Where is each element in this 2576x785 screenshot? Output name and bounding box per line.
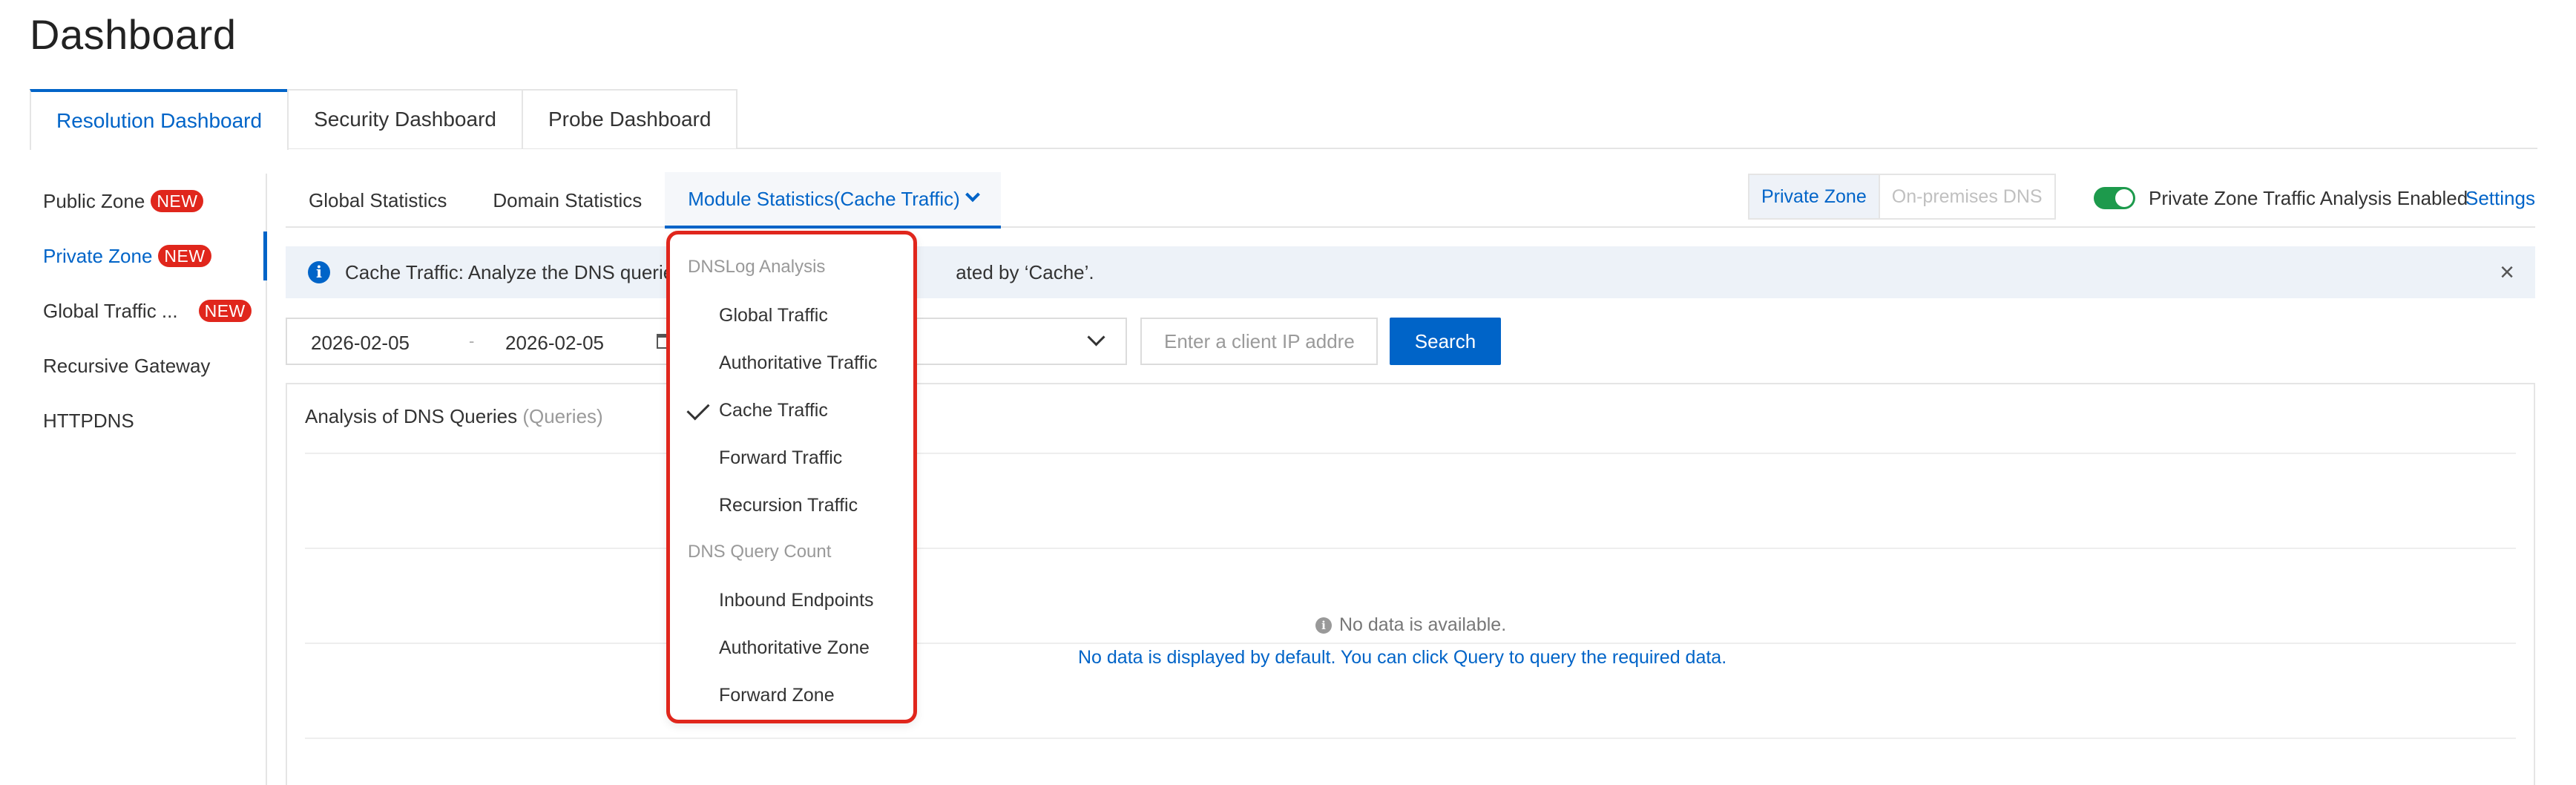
menu-item-cache-traffic[interactable]: Cache Traffic <box>686 397 828 421</box>
tab-probe-dashboard[interactable]: Probe Dashboard <box>521 89 738 148</box>
new-badge: NEW <box>151 190 204 212</box>
tab-global-statistics[interactable]: Global Statistics <box>286 172 470 229</box>
no-data-text: No data is available. <box>1339 614 1507 635</box>
sidebar-item-recursive-gateway[interactable]: Recursive Gateway <box>30 338 266 393</box>
dns-queries-panel: Analysis of DNS Queries (Queries) i No d… <box>286 383 2535 785</box>
panel-title: Analysis of DNS Queries (Queries) <box>305 405 603 428</box>
info-icon: i <box>1315 617 1332 634</box>
menu-item-inbound-endpoints[interactable]: Inbound Endpoints <box>719 590 874 611</box>
check-icon <box>686 397 710 421</box>
tab-module-statistics[interactable]: Module Statistics(Cache Traffic) <box>665 172 1001 229</box>
sidebar-item-label: Recursive Gateway <box>43 354 211 377</box>
alert-text-end: ated by ‘Cache’. <box>956 261 1094 283</box>
alert-text-start: Cache Traffic: Analyze the DNS querie <box>345 261 674 283</box>
menu-item-authoritative-traffic[interactable]: Authoritative Traffic <box>719 352 878 374</box>
dropdown-group-label: DNS Query Count <box>688 542 832 562</box>
on-premises-dns-button[interactable]: On-premises DNS <box>1880 175 2054 218</box>
search-button[interactable]: Search <box>1390 318 1501 365</box>
sidebar-item-label: HTTPDNS <box>43 409 134 432</box>
new-badge: NEW <box>158 245 211 267</box>
zone-type-segmented: Private Zone On-premises DNS <box>1748 174 2056 220</box>
sidebar-item-label: Private Zone <box>43 244 153 267</box>
chevron-down-icon <box>965 187 980 203</box>
sidebar-item-label: Public Zone <box>43 189 145 212</box>
chart-gridline <box>305 548 2516 549</box>
traffic-analysis-label: Private Zone Traffic Analysis Enabled <box>2149 187 2468 209</box>
tab-domain-statistics[interactable]: Domain Statistics <box>470 172 665 229</box>
panel-title-unit: (Queries) <box>522 405 603 427</box>
sidebar-item-httpdns[interactable]: HTTPDNS <box>30 393 266 448</box>
client-ip-input[interactable] <box>1140 318 1378 365</box>
date-separator: - <box>469 332 475 350</box>
tab-module-statistics-label: Module Statistics(Cache Traffic) <box>688 187 960 210</box>
panel-title-text: Analysis of DNS Queries <box>305 405 518 427</box>
top-tabs: Resolution Dashboard Security Dashboard … <box>30 89 738 150</box>
menu-item-global-traffic[interactable]: Global Traffic <box>719 305 828 326</box>
new-badge: NEW <box>198 300 252 322</box>
menu-item-label: Cache Traffic <box>719 400 828 421</box>
sidebar-item-global-traffic[interactable]: Global Traffic ... NEW <box>30 283 266 338</box>
no-data-hint: No data is displayed by default. You can… <box>1078 647 1727 668</box>
chart-gridline <box>305 643 2516 644</box>
module-statistics-dropdown: DNSLog Analysis Global Traffic Authorita… <box>666 231 917 723</box>
sidebar-item-label: Global Traffic ... <box>43 299 178 322</box>
sidebar: Public Zone NEW Private Zone NEW Global … <box>30 174 267 785</box>
sub-tabs: Global Statistics Domain Statistics Modu… <box>286 172 1001 229</box>
private-zone-button[interactable]: Private Zone <box>1749 175 1880 218</box>
sidebar-item-public-zone[interactable]: Public Zone NEW <box>30 174 266 229</box>
menu-item-forward-zone[interactable]: Forward Zone <box>719 685 835 706</box>
dropdown-group-label: DNSLog Analysis <box>688 257 826 277</box>
menu-item-authoritative-zone[interactable]: Authoritative Zone <box>719 637 870 659</box>
chart-gridline <box>305 453 2516 454</box>
sidebar-item-private-zone[interactable]: Private Zone NEW <box>30 229 267 283</box>
page-title: Dashboard <box>30 11 237 58</box>
info-alert: i Cache Traffic: Analyze the DNS querie a… <box>286 246 2535 298</box>
chevron-down-icon[interactable] <box>1087 328 1105 346</box>
start-date: 2026-02-05 <box>311 332 410 354</box>
end-date: 2026-02-05 <box>505 332 604 354</box>
close-icon[interactable]: × <box>2500 258 2514 287</box>
tab-security-dashboard[interactable]: Security Dashboard <box>287 89 523 148</box>
menu-item-recursion-traffic[interactable]: Recursion Traffic <box>719 495 858 516</box>
no-data-message: i No data is available. <box>1315 614 1506 636</box>
settings-link[interactable]: Settings <box>2465 187 2535 210</box>
chart-gridline <box>305 738 2516 739</box>
traffic-analysis-toggle[interactable] <box>2094 187 2135 209</box>
info-icon: i <box>308 261 330 283</box>
tab-resolution-dashboard[interactable]: Resolution Dashboard <box>30 89 289 150</box>
menu-item-forward-traffic[interactable]: Forward Traffic <box>719 447 842 469</box>
